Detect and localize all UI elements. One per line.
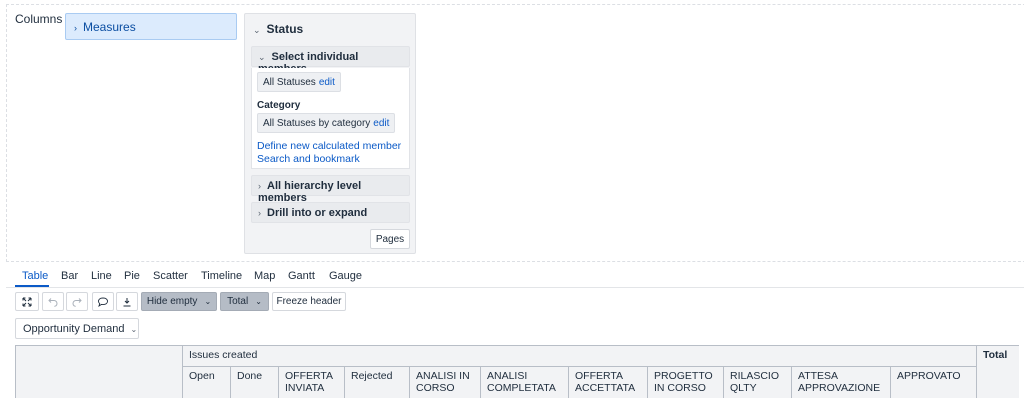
define-calculated-member-link[interactable]: Define new calculated member <box>257 140 401 152</box>
report-table: Issues created Total Open Done OFFERTA I… <box>15 345 1019 398</box>
hide-empty-label: Hide empty <box>146 296 198 307</box>
all-statuses-label: All Statuses <box>263 77 316 88</box>
column-header-offerta-accettata[interactable]: OFFERTA ACCETTATA <box>568 366 648 398</box>
all-statuses-pill[interactable]: All Statuses edit <box>257 72 341 92</box>
tab-gantt[interactable]: Gantt <box>288 270 315 282</box>
freeze-header-button[interactable]: Freeze header <box>272 292 346 311</box>
chevron-right-icon: › <box>258 208 261 218</box>
download-icon <box>123 297 131 306</box>
drill-expand-label: Drill into or expand <box>267 207 368 219</box>
status-panel-title: Status <box>266 22 304 36</box>
column-header-open[interactable]: Open <box>182 366 231 398</box>
table-corner-cell <box>15 345 183 398</box>
chevron-right-icon: › <box>74 23 77 33</box>
chevron-down-icon: ⌄ <box>204 297 212 306</box>
undo-icon <box>48 297 58 306</box>
chevron-down-icon: ⌄ <box>130 325 138 334</box>
status-dimension-panel: ⌄ Status ⌄Select individual members All S… <box>244 13 416 254</box>
freeze-header-label: Freeze header <box>276 296 342 307</box>
column-header-attesa-approvazione[interactable]: ATTESA APPROVAZIONE <box>791 366 891 398</box>
chevron-down-icon: ⌄ <box>258 52 266 62</box>
comment-icon <box>98 297 108 307</box>
hide-empty-dropdown[interactable]: Hide empty ⌄ <box>141 292 217 311</box>
tabs-divider <box>6 287 1024 288</box>
total-label: Total <box>227 296 249 307</box>
tab-bar[interactable]: Bar <box>61 270 78 282</box>
undo-button[interactable] <box>42 292 64 311</box>
tab-table[interactable]: Table <box>22 270 48 282</box>
column-header-analisi-completata[interactable]: ANALISI COMPLETATA <box>480 366 569 398</box>
column-header-rejected[interactable]: Rejected <box>344 366 410 398</box>
columns-drop-area <box>6 4 1024 262</box>
column-header-progetto-in-corso[interactable]: PROGETTO IN CORSO <box>647 366 724 398</box>
chevron-right-icon: › <box>258 181 261 191</box>
select-members-section-header[interactable]: ⌄Select individual members <box>251 46 410 75</box>
column-header-rilascio-qlty[interactable]: RILASCIO QLTY <box>723 366 792 398</box>
category-label: Category <box>257 100 301 111</box>
all-hierarchy-label: All hierarchy level members <box>258 180 362 204</box>
measures-dimension-chip[interactable]: › Measures <box>65 13 237 40</box>
edit-category-link[interactable]: edit <box>373 118 389 129</box>
search-bookmark-link[interactable]: Search and bookmark <box>257 153 360 165</box>
pages-button[interactable]: Pages <box>370 229 410 249</box>
page-filter-label: Opportunity Demand <box>23 323 125 335</box>
all-hierarchy-section-header[interactable]: › All hierarchy level members <box>251 175 410 204</box>
chevron-down-icon: ⌄ <box>255 297 262 306</box>
expand-arrows-icon <box>22 297 32 306</box>
select-members-body: All Statuses edit Category All Statuses b… <box>251 68 410 169</box>
fullscreen-button[interactable] <box>15 292 39 311</box>
active-tab-indicator <box>15 285 49 287</box>
tab-scatter[interactable]: Scatter <box>153 270 188 282</box>
chevron-down-icon: ⌄ <box>253 25 261 35</box>
tab-gauge[interactable]: Gauge <box>329 270 362 282</box>
total-column-header[interactable]: Total <box>976 345 1019 398</box>
all-statuses-by-category-label: All Statuses by category <box>263 118 371 129</box>
export-button[interactable] <box>116 292 138 311</box>
total-dropdown[interactable]: Total ⌄ <box>220 292 269 311</box>
status-panel-header[interactable]: ⌄ Status <box>253 22 303 36</box>
tab-map[interactable]: Map <box>254 270 275 282</box>
comment-button[interactable] <box>92 292 114 311</box>
redo-icon <box>72 297 82 306</box>
columns-label: Columns <box>15 12 63 26</box>
drill-expand-section-header[interactable]: › Drill into or expand <box>251 202 410 223</box>
column-header-analisi-in-corso[interactable]: ANALISI IN CORSO <box>409 366 481 398</box>
all-statuses-by-category-pill[interactable]: All Statuses by category edit <box>257 113 396 133</box>
tab-pie[interactable]: Pie <box>124 270 140 282</box>
column-header-approvato[interactable]: APPROVATO <box>890 366 977 398</box>
measures-label: Measures <box>83 20 136 34</box>
column-header-done[interactable]: Done <box>230 366 279 398</box>
issues-created-header[interactable]: Issues created <box>182 345 977 367</box>
tab-timeline[interactable]: Timeline <box>201 270 242 282</box>
page-filter-dropdown[interactable]: Opportunity Demand ⌄ <box>15 318 139 339</box>
edit-all-statuses-link[interactable]: edit <box>319 77 335 88</box>
column-header-offerta-inviata[interactable]: OFFERTA INVIATA <box>278 366 345 398</box>
tab-line[interactable]: Line <box>91 270 112 282</box>
redo-button[interactable] <box>66 292 88 311</box>
